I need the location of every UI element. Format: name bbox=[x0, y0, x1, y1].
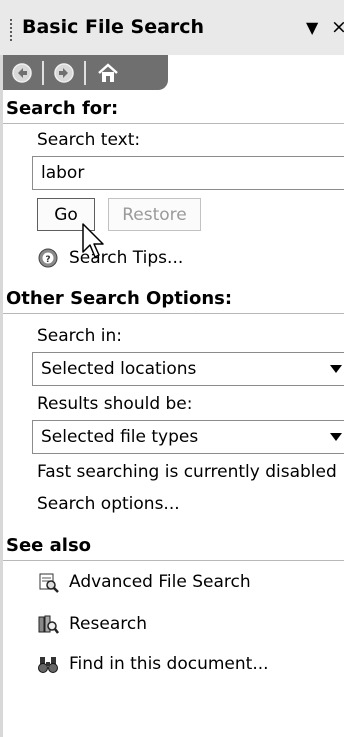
results-type-select[interactable]: Selected file types bbox=[32, 420, 344, 454]
advanced-file-search-link[interactable]: Advanced File Search bbox=[37, 568, 251, 596]
pane-navigation-bar bbox=[3, 55, 168, 90]
find-in-document-link[interactable]: Find in this document... bbox=[37, 650, 269, 678]
search-options-link[interactable]: Search options... bbox=[37, 494, 180, 514]
binoculars-icon bbox=[37, 653, 59, 675]
title-bar: Basic File Search ▼ × bbox=[0, 0, 344, 55]
pane-title: Basic File Search bbox=[22, 16, 205, 38]
search-text-input[interactable]: labor bbox=[32, 156, 344, 190]
advanced-file-search-label: Advanced File Search bbox=[69, 572, 251, 592]
search-in-select[interactable]: Selected locations bbox=[32, 352, 344, 386]
results-should-be-label: Results should be: bbox=[37, 394, 193, 414]
research-label: Research bbox=[69, 614, 147, 634]
search-in-label: Search in: bbox=[37, 326, 123, 346]
research-icon bbox=[37, 613, 59, 635]
other-search-options-header: Other Search Options: bbox=[3, 288, 344, 314]
find-in-document-label: Find in this document... bbox=[69, 654, 269, 674]
search-for-header: Search for: bbox=[3, 98, 344, 124]
nav-separator bbox=[84, 61, 86, 85]
chevron-down-icon[interactable] bbox=[330, 365, 342, 373]
home-icon[interactable] bbox=[93, 58, 123, 87]
advanced-search-icon bbox=[37, 571, 59, 593]
search-in-value: Selected locations bbox=[41, 359, 197, 379]
chevron-down-icon[interactable] bbox=[330, 433, 342, 441]
task-pane: Basic File Search ▼ × Search for: Search… bbox=[0, 0, 344, 737]
drag-grip-icon[interactable] bbox=[10, 19, 12, 41]
nav-separator bbox=[42, 61, 44, 85]
fast-search-status: Fast searching is currently disabled bbox=[37, 462, 337, 482]
close-pane-icon[interactable]: × bbox=[331, 16, 344, 38]
see-also-header: See also bbox=[3, 535, 344, 561]
mouse-pointer-icon bbox=[82, 223, 104, 258]
back-arrow-icon[interactable] bbox=[7, 58, 37, 87]
svg-text:?: ? bbox=[45, 255, 50, 265]
pane-menu-dropdown-icon[interactable]: ▼ bbox=[306, 18, 318, 37]
forward-arrow-icon[interactable] bbox=[49, 58, 79, 87]
search-text-label: Search text: bbox=[37, 130, 141, 150]
research-link[interactable]: Research bbox=[37, 610, 147, 638]
restore-button[interactable]: Restore bbox=[108, 198, 201, 231]
results-type-value: Selected file types bbox=[41, 427, 199, 447]
help-icon: ? bbox=[37, 247, 59, 269]
search-tips-link[interactable]: ? Search Tips... bbox=[37, 244, 183, 272]
